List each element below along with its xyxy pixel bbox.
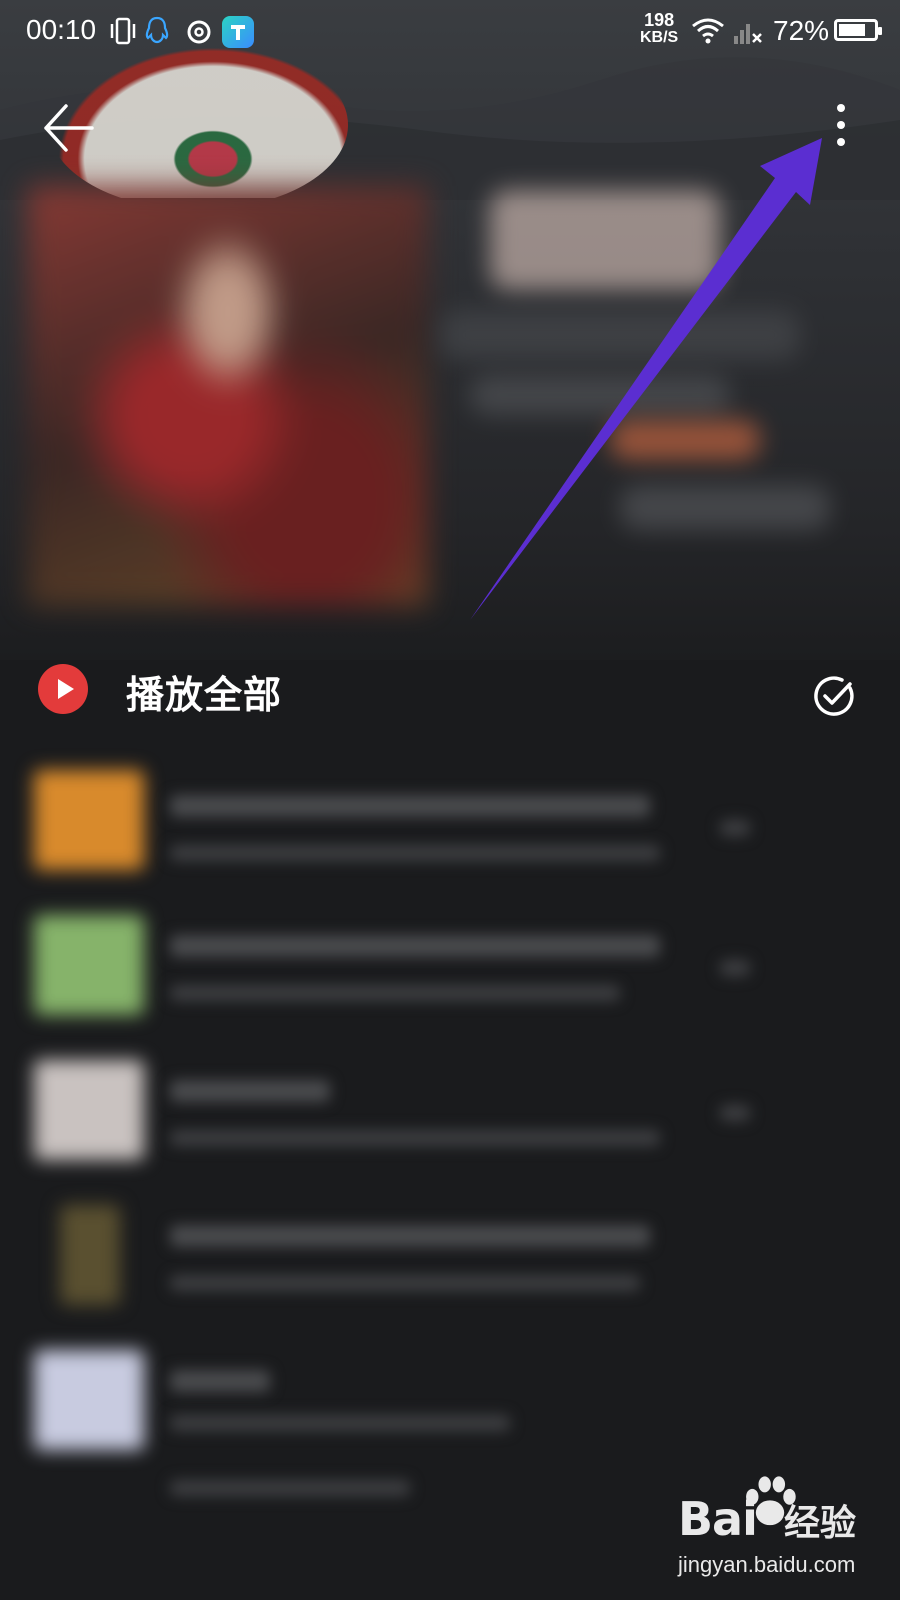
battery-percent: 72% xyxy=(773,15,830,46)
creator-blur xyxy=(470,375,730,415)
multi-select-button[interactable] xyxy=(812,674,856,718)
playlist-header-background xyxy=(0,0,900,660)
playlist-title-blur xyxy=(490,190,720,290)
battery-icon xyxy=(834,19,882,41)
play-all-label[interactable]: 播放全部 xyxy=(126,664,282,719)
song-thumbnail xyxy=(34,770,144,870)
song-thumbnail xyxy=(34,915,144,1015)
playlist-cover[interactable] xyxy=(28,186,428,606)
tag-blur xyxy=(610,420,760,460)
watermark-brand: Bai xyxy=(678,1492,758,1546)
check-circle-icon xyxy=(814,676,854,716)
song-thumbnail xyxy=(34,1350,144,1450)
play-circle-icon[interactable] xyxy=(38,664,88,714)
netease-music-icon xyxy=(187,20,211,44)
song-thumbnail xyxy=(60,1205,120,1305)
playlist-info-blur xyxy=(440,310,800,360)
play-all-row[interactable]: 播放全部 xyxy=(0,650,900,726)
back-button[interactable] xyxy=(40,100,96,156)
no-signal-icon xyxy=(734,24,762,44)
network-speed: 198 KB/S xyxy=(640,10,679,46)
watermark-url: jingyan.baidu.com xyxy=(678,1552,856,1577)
song-list xyxy=(0,720,900,1600)
watermark-brand-tail: 经验 xyxy=(784,1502,857,1543)
song-row[interactable] xyxy=(0,1040,900,1180)
wifi-icon xyxy=(692,18,724,44)
song-row[interactable] xyxy=(0,1185,900,1325)
status-time: 00:10 xyxy=(26,14,97,45)
song-row[interactable] xyxy=(0,750,900,890)
network-speed-value: 198 xyxy=(644,10,675,30)
more-options-button[interactable] xyxy=(808,96,856,156)
vibrate-icon xyxy=(110,17,136,45)
arrow-left-icon xyxy=(44,104,94,152)
song-row[interactable] xyxy=(0,895,900,1035)
status-bar: 00:10 198 KB/S 72% xyxy=(0,0,900,64)
more-vertical-icon xyxy=(837,104,845,146)
song-row[interactable] xyxy=(0,1330,900,1496)
network-speed-unit: KB/S xyxy=(640,29,679,46)
song-thumbnail xyxy=(34,1060,144,1160)
app-notification-icon xyxy=(222,16,254,48)
description-blur xyxy=(620,485,830,530)
qq-icon xyxy=(145,16,169,44)
